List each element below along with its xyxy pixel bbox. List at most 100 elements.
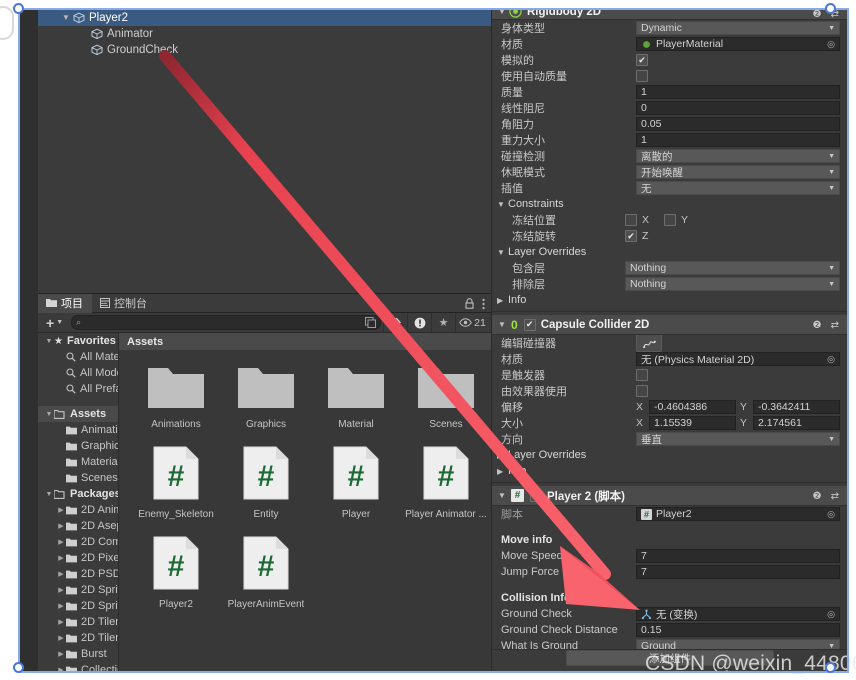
create-asset-button[interactable]: + bbox=[40, 316, 56, 330]
project-tree-item[interactable]: ▶ 2D Pixel Perf bbox=[38, 550, 118, 566]
text-field[interactable]: 1 bbox=[636, 85, 840, 99]
create-asset-caret-icon[interactable]: ▼ bbox=[56, 319, 71, 326]
help-icon[interactable]: ❷ bbox=[813, 10, 822, 20]
hierarchy-item-groundcheck[interactable]: GroundCheck bbox=[38, 42, 491, 58]
checkbox-axis-x[interactable]: ✔ bbox=[625, 214, 637, 226]
tree-foldout-icon[interactable]: ▶ bbox=[56, 586, 66, 594]
preset-icon[interactable]: ⇄ bbox=[831, 491, 839, 502]
tree-foldout-icon[interactable]: ▶ bbox=[56, 602, 66, 610]
tab-project[interactable]: 项目 bbox=[38, 293, 92, 313]
project-tree-item[interactable]: ▶ Collections bbox=[38, 662, 118, 671]
text-field[interactable]: 1 bbox=[636, 133, 840, 147]
component-foldout-icon[interactable]: ▼ bbox=[498, 10, 509, 16]
visible-items-count[interactable]: 21 bbox=[455, 313, 489, 332]
tree-foldout-icon[interactable]: ▶ bbox=[56, 618, 66, 626]
component-header-rigidbody2d[interactable]: ▼ Rigidbody 2D ❷ ⇄ bbox=[492, 10, 847, 20]
project-tree-item[interactable]: ▶ 2D SpriteSh bbox=[38, 598, 118, 614]
resize-handle-top-left[interactable] bbox=[13, 3, 24, 14]
tab-console[interactable]: 控制台 bbox=[92, 294, 156, 313]
component-header-capsulecollider2d[interactable]: ▼ 0 ✔ Capsule Collider 2D ❷ ⇄ bbox=[492, 315, 847, 335]
hierarchy-item-animator[interactable]: Animator bbox=[38, 26, 491, 42]
text-field[interactable]: 7 bbox=[636, 549, 840, 563]
vector2-x-input[interactable]: 1.15539 bbox=[649, 416, 736, 430]
kebab-menu-icon[interactable] bbox=[482, 298, 485, 310]
warning-filter-icon[interactable] bbox=[407, 313, 431, 332]
text-field[interactable]: 0.15 bbox=[636, 623, 840, 637]
tree-foldout-icon[interactable]: ▼ bbox=[44, 338, 54, 345]
component-enabled-checkbox[interactable]: ✔ bbox=[530, 489, 542, 502]
project-tree-item[interactable]: Graphics bbox=[38, 438, 118, 454]
foldout-layer-overrides[interactable]: ▼ Layer Overrides bbox=[492, 244, 847, 260]
foldout-info[interactable]: ▶ Info bbox=[492, 463, 847, 479]
search-by-label-icon[interactable] bbox=[383, 313, 407, 332]
dropdown-field[interactable]: 无 ▼ bbox=[636, 181, 840, 195]
resize-handle-bottom-right[interactable] bbox=[825, 662, 836, 673]
tree-foldout-icon[interactable]: ▶ bbox=[56, 634, 66, 642]
tree-foldout-icon[interactable]: ▶ bbox=[56, 506, 66, 514]
project-tree-item[interactable]: ▶ 2D Animation bbox=[38, 502, 118, 518]
vector2-y-input[interactable]: -0.3642411 bbox=[753, 400, 840, 414]
tree-foldout-icon[interactable]: ▶ bbox=[56, 650, 66, 658]
tree-foldout-icon[interactable]: ▼ bbox=[44, 411, 54, 418]
tree-foldout-icon[interactable]: ▶ bbox=[56, 522, 66, 530]
text-field[interactable]: 0 bbox=[636, 101, 840, 115]
object-reference-field[interactable]: 无 (Physics Material 2D) ◎ bbox=[636, 352, 840, 366]
dropdown-field[interactable]: Nothing ▼ bbox=[625, 277, 840, 291]
hierarchy-foldout-icon[interactable]: ▼ bbox=[60, 10, 72, 26]
object-picker-icon[interactable]: ◎ bbox=[827, 609, 835, 620]
dropdown-field[interactable]: 垂直 ▼ bbox=[636, 432, 840, 446]
search-by-type-icon[interactable] bbox=[365, 317, 376, 328]
asset-item[interactable]: # Enemy_Skeleton bbox=[131, 444, 221, 520]
object-reference-field[interactable]: # Player2 ◎ bbox=[636, 507, 840, 521]
asset-item[interactable]: # Player Animator ... bbox=[401, 444, 491, 520]
checkbox[interactable]: ✔ bbox=[636, 385, 648, 397]
checkbox-axis-y[interactable]: ✔ bbox=[664, 214, 677, 226]
component-foldout-icon[interactable]: ▼ bbox=[498, 320, 509, 329]
project-tree-item[interactable]: Material bbox=[38, 454, 118, 470]
project-tree-item[interactable]: All Models bbox=[38, 365, 118, 381]
hierarchy-item-player2[interactable]: ▼ Player2 bbox=[38, 10, 491, 26]
text-field[interactable]: 7 bbox=[636, 565, 840, 579]
project-tree-item[interactable]: ▶ 2D Tilemap bbox=[38, 630, 118, 646]
project-tree-item[interactable]: ▼ ★ Favorites bbox=[38, 333, 118, 349]
project-tree-item[interactable]: Animations bbox=[38, 422, 118, 438]
text-field[interactable]: 0.05 bbox=[636, 117, 840, 131]
dropdown-field[interactable]: 离散的 ▼ bbox=[636, 149, 840, 163]
object-reference-field[interactable]: PlayerMaterial ◎ bbox=[636, 37, 840, 51]
checkbox[interactable]: ✔ bbox=[636, 54, 648, 66]
project-tree-item[interactable]: ▶ 2D Sprite bbox=[38, 582, 118, 598]
project-tree-item[interactable]: ▼ Assets bbox=[38, 406, 118, 422]
tree-foldout-icon[interactable]: ▶ bbox=[56, 538, 66, 546]
asset-item[interactable]: Animations bbox=[131, 364, 221, 430]
asset-item[interactable]: # Entity bbox=[221, 444, 311, 520]
project-tree-item[interactable]: ▶ 2D PSD Imp bbox=[38, 566, 118, 582]
foldout-constraints[interactable]: ▼ Constraints bbox=[492, 196, 847, 212]
project-tree-item[interactable]: ▶ Burst bbox=[38, 646, 118, 662]
checkbox-axis-z[interactable]: ✔ bbox=[625, 230, 637, 242]
tree-foldout-icon[interactable]: ▶ bbox=[56, 554, 66, 562]
checkbox[interactable]: ✔ bbox=[636, 70, 648, 82]
project-tree-item[interactable]: All Prefabs bbox=[38, 381, 118, 397]
asset-item[interactable]: Scenes bbox=[401, 364, 491, 430]
foldout-layer-overrides[interactable]: ▶ Layer Overrides bbox=[492, 447, 847, 463]
object-reference-field[interactable]: 无 (变换) ◎ bbox=[636, 607, 840, 621]
tree-foldout-icon[interactable]: ▼ bbox=[44, 491, 54, 498]
favorite-filter-icon[interactable]: ★ bbox=[431, 313, 455, 332]
resize-handle-top-right[interactable] bbox=[825, 3, 836, 14]
component-header-player2-script[interactable]: ▼ # ✔ Player 2 (脚本) ❷ ⇄ bbox=[492, 486, 847, 506]
help-icon[interactable]: ❷ bbox=[813, 320, 822, 331]
project-tree-item[interactable]: All Material bbox=[38, 349, 118, 365]
dropdown-field[interactable]: 开始唤醒 ▼ bbox=[636, 165, 840, 179]
preset-icon[interactable]: ⇄ bbox=[831, 320, 839, 331]
help-icon[interactable]: ❷ bbox=[813, 491, 822, 502]
project-tree-item[interactable]: ▶ 2D Common bbox=[38, 534, 118, 550]
project-tree-item[interactable]: ▶ 2D Tilemap bbox=[38, 614, 118, 630]
checkbox[interactable]: ✔ bbox=[636, 369, 648, 381]
lock-icon[interactable] bbox=[465, 298, 474, 309]
asset-search-box[interactable]: ⌕ bbox=[71, 315, 381, 330]
component-enabled-checkbox[interactable]: ✔ bbox=[523, 318, 536, 331]
tree-foldout-icon[interactable]: ▶ bbox=[56, 666, 66, 671]
asset-item[interactable]: # PlayerAnimEvent bbox=[221, 534, 311, 610]
vector2-x-input[interactable]: -0.4604386 bbox=[649, 400, 736, 414]
dropdown-field[interactable]: Dynamic ▼ bbox=[636, 21, 840, 35]
